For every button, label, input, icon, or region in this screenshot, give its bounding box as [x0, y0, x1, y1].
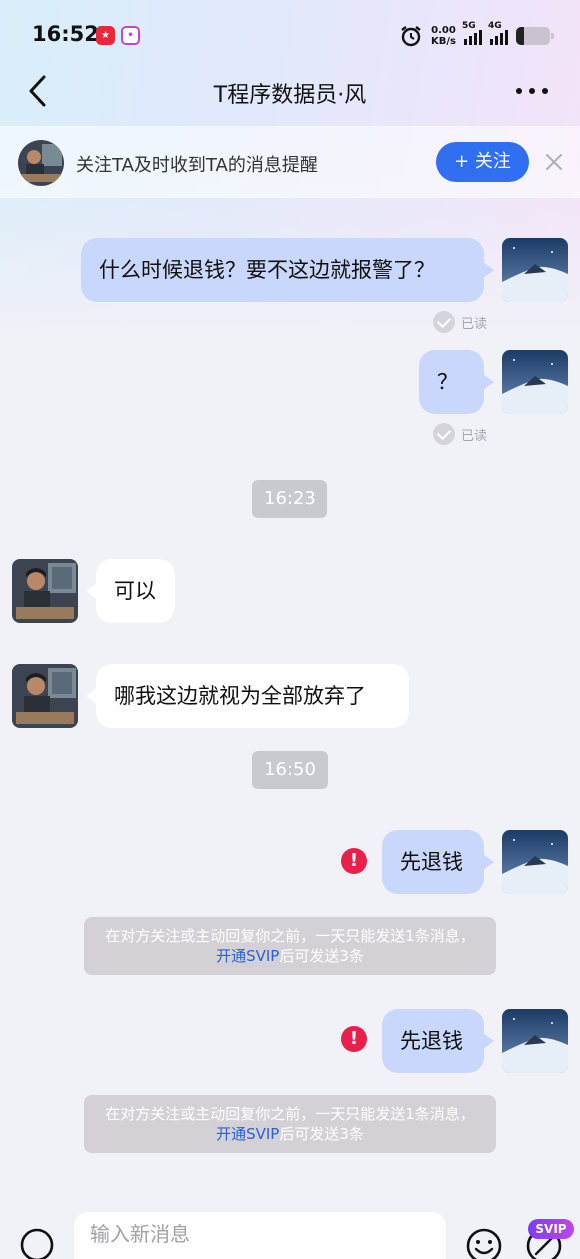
- contact-avatar[interactable]: [12, 559, 78, 623]
- message-input-bar: [0, 1200, 580, 1259]
- network-speed-unit: KB/s: [431, 36, 456, 47]
- read-check-icon: [433, 311, 455, 333]
- message-bubble-outgoing[interactable]: 什么时候退钱？要不这边就报警了？: [81, 238, 494, 302]
- chat-title: T程序数据员·风: [213, 83, 367, 108]
- message-input[interactable]: [74, 1212, 446, 1259]
- chat-header: T程序数据员·风: [0, 62, 580, 122]
- sim1-label: 5G: [462, 21, 476, 31]
- message-bubble-outgoing[interactable]: ？: [419, 350, 494, 414]
- notice-text-suffix: 后可发送3条: [279, 1125, 364, 1143]
- self-avatar[interactable]: [502, 830, 568, 894]
- network-speed-value: 0.00: [431, 25, 456, 36]
- contact-avatar[interactable]: [12, 664, 78, 728]
- contact-avatar[interactable]: [18, 140, 64, 186]
- battery-icon: [516, 27, 554, 45]
- sim2-label: 4G: [488, 21, 502, 31]
- alarm-icon: [401, 26, 421, 47]
- open-svip-link[interactable]: 开通SVIP: [216, 947, 279, 965]
- message-bubble-incoming[interactable]: 哪我这边就视为全部放弃了: [86, 664, 409, 728]
- read-receipt: 已读: [433, 311, 487, 333]
- voice-icon[interactable]: [20, 1228, 54, 1259]
- notice-text: 在对方关注或主动回复你之前，一天只能发送1条消息，: [105, 927, 475, 945]
- send-limit-notice: 在对方关注或主动回复你之前，一天只能发送1条消息， 开通SVIP后可发送3条: [84, 1095, 496, 1153]
- read-status-label: 已读: [461, 316, 488, 332]
- follow-prompt-text: 关注TA及时收到TA的消息提醒: [76, 155, 318, 176]
- send-failed-icon[interactable]: !: [341, 1026, 367, 1052]
- more-options-icon[interactable]: [516, 88, 548, 94]
- emoji-icon[interactable]: [466, 1228, 502, 1259]
- timestamp: 16:23: [252, 480, 327, 518]
- follow-prompt-bar: 关注TA及时收到TA的消息提醒 + 关注: [0, 126, 580, 198]
- status-indicators: 0.00 KB/s 5G 4G: [399, 21, 554, 50]
- signal-icon-sim1: 5G: [462, 21, 482, 45]
- signal-icon-sim2: 4G: [488, 21, 508, 45]
- status-bar: 16:52 ★ • 0.00 KB/s 5G 4G: [0, 0, 580, 70]
- self-avatar[interactable]: [502, 1009, 568, 1073]
- message-bubble-outgoing[interactable]: 先退钱: [382, 1009, 494, 1073]
- open-svip-link[interactable]: 开通SVIP: [216, 1125, 279, 1143]
- close-icon[interactable]: [544, 152, 564, 172]
- svip-badge: SVIP: [528, 1219, 574, 1239]
- message-bubble-incoming[interactable]: 可以: [86, 559, 175, 623]
- read-check-icon: [433, 423, 455, 445]
- notification-app-icon-2: •: [121, 26, 140, 45]
- send-failed-icon[interactable]: !: [341, 848, 367, 874]
- notice-text: 在对方关注或主动回复你之前，一天只能发送1条消息，: [105, 1105, 475, 1123]
- self-avatar[interactable]: [502, 350, 568, 414]
- read-status-label: 已读: [461, 428, 488, 444]
- timestamp: 16:50: [252, 751, 328, 789]
- notification-app-icon: ★: [96, 26, 115, 45]
- read-receipt: 已读: [433, 423, 487, 445]
- follow-button[interactable]: + 关注: [436, 142, 529, 182]
- network-speed: 0.00 KB/s: [431, 25, 456, 47]
- self-avatar[interactable]: [502, 238, 568, 302]
- status-time: 16:52: [32, 22, 99, 46]
- send-limit-notice: 在对方关注或主动回复你之前，一天只能发送1条消息， 开通SVIP后可发送3条: [84, 917, 496, 975]
- notice-text-suffix: 后可发送3条: [279, 947, 364, 965]
- message-bubble-outgoing[interactable]: 先退钱: [382, 830, 494, 894]
